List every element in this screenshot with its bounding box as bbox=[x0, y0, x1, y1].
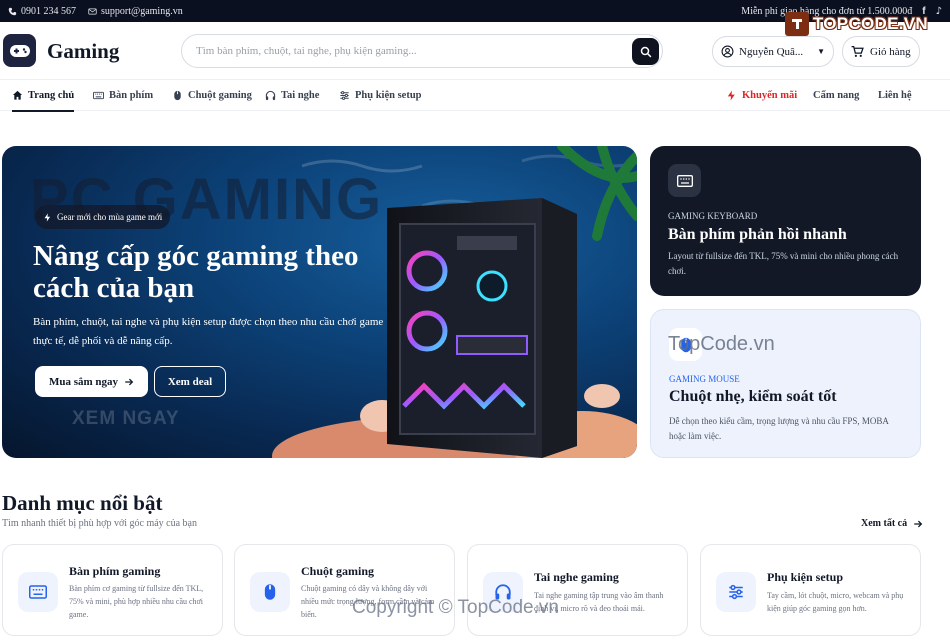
category-title: Phụ kiện setup bbox=[767, 570, 844, 584]
nav-item-label: Khuyến mãi bbox=[742, 90, 798, 101]
chevron-down-icon: ▼ bbox=[817, 47, 825, 56]
category-icon-wrap bbox=[18, 572, 58, 612]
category-description: Tay cầm, lót chuột, micro, webcam và phụ… bbox=[767, 591, 904, 613]
phone-icon bbox=[8, 7, 17, 15]
nav-item-label: Cẩm nang bbox=[813, 90, 860, 101]
watermark-bottom: Copyright © TopCode.vn bbox=[352, 597, 559, 618]
arrow-right-icon bbox=[125, 378, 134, 385]
see-all-label: Xem tất cả bbox=[861, 518, 908, 529]
hero-tag-text: Gear mới cho mùa game mới bbox=[57, 212, 163, 222]
home-icon bbox=[12, 90, 23, 100]
nav-item-label: Trang chủ bbox=[28, 90, 75, 101]
card-title: Bàn phím phản hồi nhanh bbox=[668, 226, 847, 243]
gamepad-icon bbox=[9, 44, 30, 57]
sliders-icon bbox=[340, 91, 349, 100]
category-title: Bàn phím gaming bbox=[69, 564, 161, 578]
nav-item-guide[interactable]: Cẩm nang bbox=[813, 80, 859, 111]
keyboard-icon bbox=[29, 585, 47, 599]
card-description: Layout từ fullsize đến TKL, 75% và mini … bbox=[668, 251, 899, 276]
watermark-center-text: TopCode.vn bbox=[668, 333, 775, 355]
cart-icon bbox=[851, 45, 864, 57]
category-description: Bàn phím cơ gaming từ fullsize đến TKL, … bbox=[69, 584, 204, 619]
nav-item-label: Liên hệ bbox=[878, 90, 912, 101]
email-info[interactable]: support@gaming.vn bbox=[88, 6, 183, 17]
main-nav: Trang chủ Bàn phím Chuột gaming Tai nghe… bbox=[0, 80, 950, 112]
see-all-link[interactable]: Xem tất cả bbox=[861, 518, 923, 529]
mouse-icon bbox=[264, 584, 276, 600]
watermark-logo: TOPCODE.VN bbox=[784, 12, 928, 36]
card-kicker: GAMING KEYBOARD bbox=[668, 211, 758, 221]
nav-item-headphones[interactable]: Tai nghe bbox=[265, 80, 319, 111]
nav-item-label: Tai nghe bbox=[281, 90, 320, 101]
shop-now-label: Mua sắm ngay bbox=[48, 375, 119, 388]
hero-tag: Gear mới cho mùa game mới bbox=[35, 205, 171, 229]
category-title: Tai nghe gaming bbox=[534, 570, 619, 584]
category-card-keyboard[interactable]: Bàn phím gaming Bàn phím cơ gaming từ fu… bbox=[2, 544, 223, 636]
mouse-icon bbox=[174, 90, 181, 101]
nav-item-keyboard[interactable]: Bàn phím bbox=[93, 80, 153, 111]
headphones-icon bbox=[265, 90, 276, 101]
category-card-mouse[interactable]: Chuột gaming Chuột gaming có dây và khôn… bbox=[234, 544, 455, 636]
hero-bg-cta: XEM NGAY bbox=[72, 408, 180, 429]
hero-title: Nâng cấp góc gaming theo cách của bạn bbox=[33, 240, 359, 304]
search-bar bbox=[181, 34, 663, 68]
tiktok-icon[interactable]: ♪ bbox=[936, 6, 942, 17]
hero-description: Bàn phím, chuột, tai nghe và phụ kiện se… bbox=[33, 316, 384, 347]
category-card-headphones[interactable]: Tai nghe gaming Tai nghe gaming tập trun… bbox=[467, 544, 688, 636]
search-input[interactable] bbox=[196, 45, 616, 57]
nav-item-label: Bàn phím bbox=[109, 90, 154, 101]
keyboard-icon bbox=[93, 91, 104, 100]
mail-icon bbox=[88, 8, 97, 14]
user-menu-button[interactable]: Nguyễn Quâ... ▼ bbox=[712, 36, 834, 67]
card-title: Chuột nhẹ, kiểm soát tốt bbox=[669, 388, 837, 405]
category-icon-wrap bbox=[250, 572, 290, 612]
section-title: Danh mục nổi bật bbox=[2, 491, 163, 515]
arrow-right-icon bbox=[914, 520, 923, 527]
search-icon bbox=[640, 46, 651, 57]
view-deal-button[interactable]: Xem deal bbox=[154, 366, 226, 397]
nav-item-mouse[interactable]: Chuột gaming bbox=[172, 80, 252, 111]
watermark-logo-text: TOPCODE.VN bbox=[812, 14, 928, 33]
view-deal-label: Xem deal bbox=[167, 375, 213, 388]
user-icon bbox=[721, 45, 734, 58]
keyboard-icon bbox=[676, 174, 693, 187]
category-title: Chuột gaming bbox=[301, 564, 375, 578]
section-subtitle: Tìm nhanh thiết bị phù hợp với góc máy c… bbox=[2, 518, 197, 529]
nav-item-setup[interactable]: Phụ kiện setup bbox=[339, 80, 422, 111]
brand-name[interactable]: Gaming bbox=[47, 39, 119, 64]
nav-item-label: Chuột gaming bbox=[188, 90, 252, 101]
phone-info[interactable]: 0901 234 567 bbox=[8, 6, 76, 17]
cart-label: Giỏ hàng bbox=[870, 45, 911, 58]
user-name: Nguyễn Quâ... bbox=[739, 45, 804, 58]
shop-now-button[interactable]: Mua sắm ngay bbox=[35, 366, 148, 397]
category-card-setup[interactable]: Phụ kiện setup Tay cầm, lót chuột, micro… bbox=[700, 544, 921, 636]
nav-item-label: Phụ kiện setup bbox=[355, 90, 422, 101]
bolt-icon bbox=[727, 90, 735, 101]
bolt-icon bbox=[44, 212, 51, 222]
sliders-icon bbox=[729, 584, 743, 600]
category-icon-wrap bbox=[716, 572, 756, 612]
nav-item-home[interactable]: Trang chủ bbox=[12, 80, 75, 112]
card-icon-wrap bbox=[668, 164, 701, 197]
keyboard-promo-card[interactable]: GAMING KEYBOARD Bàn phím phản hồi nhanh … bbox=[650, 146, 921, 296]
card-description: Dễ chọn theo kiểu cầm, trọng lượng và nh… bbox=[669, 416, 889, 441]
nav-item-promo[interactable]: Khuyến mãi bbox=[726, 80, 797, 111]
brand-logo[interactable] bbox=[3, 34, 36, 67]
watermark-center: TopCode.vn bbox=[668, 333, 775, 356]
mouse-promo-card[interactable]: GAMING MOUSE Chuột nhẹ, kiểm soát tốt Dễ… bbox=[650, 309, 921, 458]
card-kicker: GAMING MOUSE bbox=[669, 374, 740, 384]
cart-button[interactable]: Giỏ hàng bbox=[842, 36, 920, 67]
phone-text: 0901 234 567 bbox=[21, 5, 76, 17]
email-text: support@gaming.vn bbox=[101, 5, 183, 17]
hero-banner[interactable]: PC GAMING XEM NGAY Gear mới cho mùa game… bbox=[2, 146, 637, 458]
search-button[interactable] bbox=[632, 38, 659, 65]
watermark-logo-icon bbox=[784, 12, 809, 36]
nav-item-contact[interactable]: Liên hệ bbox=[878, 80, 912, 111]
